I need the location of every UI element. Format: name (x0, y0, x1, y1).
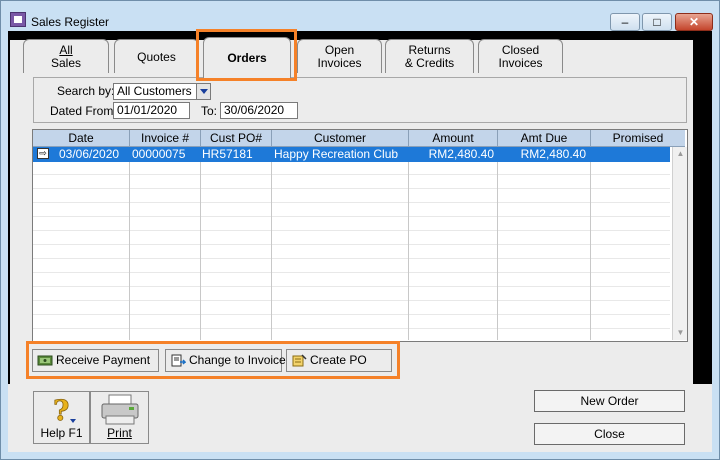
vertical-scrollbar[interactable]: ▲ ▼ (672, 147, 687, 340)
search-by-label: Search by: (57, 84, 115, 98)
column-divider (497, 147, 498, 340)
search-by-value: All Customers (117, 84, 192, 98)
table-row[interactable]: ⇨ 03/06/2020 00000075 HR57181 Happy Recr… (33, 147, 670, 162)
action-buttons-highlight (26, 341, 400, 379)
column-divider (408, 147, 409, 340)
tab-quotes[interactable]: Quotes (114, 39, 199, 73)
dated-from-label: Dated From: (50, 104, 117, 118)
tab-label-line2: & Credits (404, 56, 455, 70)
cell-amt-due: RM2,480.40 (520, 147, 586, 161)
tab-label-line2: Invoices (317, 56, 362, 70)
minimize-icon: – (621, 15, 629, 29)
tab-label-line2: Invoices (498, 56, 543, 70)
col-customer[interactable]: Customer (272, 130, 409, 146)
tab-closed-invoices[interactable]: Closed Invoices (478, 39, 563, 73)
cell-invoice: 00000075 (132, 147, 186, 161)
scroll-down-icon[interactable]: ▼ (675, 327, 686, 339)
cell-customer: Happy Recreation Club (274, 147, 399, 161)
column-divider (590, 147, 591, 340)
close-window-button[interactable]: ✕ (675, 13, 713, 31)
cell-date: 03/06/2020 (59, 147, 120, 161)
tab-label-line1: Open (324, 43, 355, 57)
maximize-button[interactable]: □ (642, 13, 672, 31)
tab-label-line1: Returns (408, 43, 451, 57)
cell-cust-po: HR57181 (202, 147, 253, 161)
col-amt-due[interactable]: Amt Due (498, 130, 591, 146)
column-divider (271, 147, 272, 340)
help-button[interactable]: ? Help F1 (33, 391, 90, 444)
col-date[interactable]: Date (33, 130, 130, 146)
minimize-button[interactable]: – (610, 13, 640, 31)
close-button[interactable]: Close (534, 423, 685, 445)
table-body (33, 147, 670, 340)
printer-icon (101, 394, 139, 425)
close-icon: ✕ (688, 15, 700, 29)
column-divider (129, 147, 130, 340)
tab-label-line1: All (59, 43, 73, 57)
table-header: Date Invoice # Cust PO# Customer Amount … (33, 130, 685, 147)
cell-amount: RM2,480.40 (428, 147, 494, 161)
dated-to-field[interactable]: 30/06/2020 (220, 102, 298, 119)
maximize-icon: □ (653, 15, 661, 29)
tab-label-line2: Sales (50, 56, 82, 70)
help-icon: ? (53, 395, 76, 425)
scroll-up-icon[interactable]: ▲ (675, 148, 686, 160)
row-arrow-icon[interactable]: ⇨ (37, 148, 49, 159)
new-order-button[interactable]: New Order (534, 390, 685, 412)
tab-all-sales[interactable]: All Sales (23, 39, 109, 73)
title-bar: Sales Register – □ ✕ (1, 1, 719, 32)
window-title: Sales Register (31, 15, 110, 29)
tab-label-line1: Closed (501, 43, 540, 57)
tab-returns-credits[interactable]: Returns & Credits (385, 39, 474, 73)
help-label: Help F1 (40, 426, 83, 440)
col-cust-po[interactable]: Cust PO# (201, 130, 272, 146)
search-by-select[interactable]: All Customers (113, 83, 211, 100)
dated-from-field[interactable]: 01/01/2020 (113, 102, 190, 119)
print-label: Print (107, 426, 132, 440)
svg-text:?: ? (53, 395, 69, 425)
print-button[interactable]: Print (90, 391, 149, 444)
to-label: To: (201, 104, 218, 118)
col-amount[interactable]: Amount (409, 130, 498, 146)
tab-open-invoices[interactable]: Open Invoices (297, 39, 382, 73)
orders-tab-highlight (196, 29, 297, 81)
tab-label-line1: Quotes (137, 50, 176, 64)
col-invoice[interactable]: Invoice # (130, 130, 201, 146)
app-icon (10, 12, 26, 27)
dropdown-arrow-icon[interactable] (196, 84, 210, 99)
col-promised[interactable]: Promised (591, 130, 685, 146)
column-divider (200, 147, 201, 340)
orders-table: Date Invoice # Cust PO# Customer Amount … (32, 129, 688, 342)
